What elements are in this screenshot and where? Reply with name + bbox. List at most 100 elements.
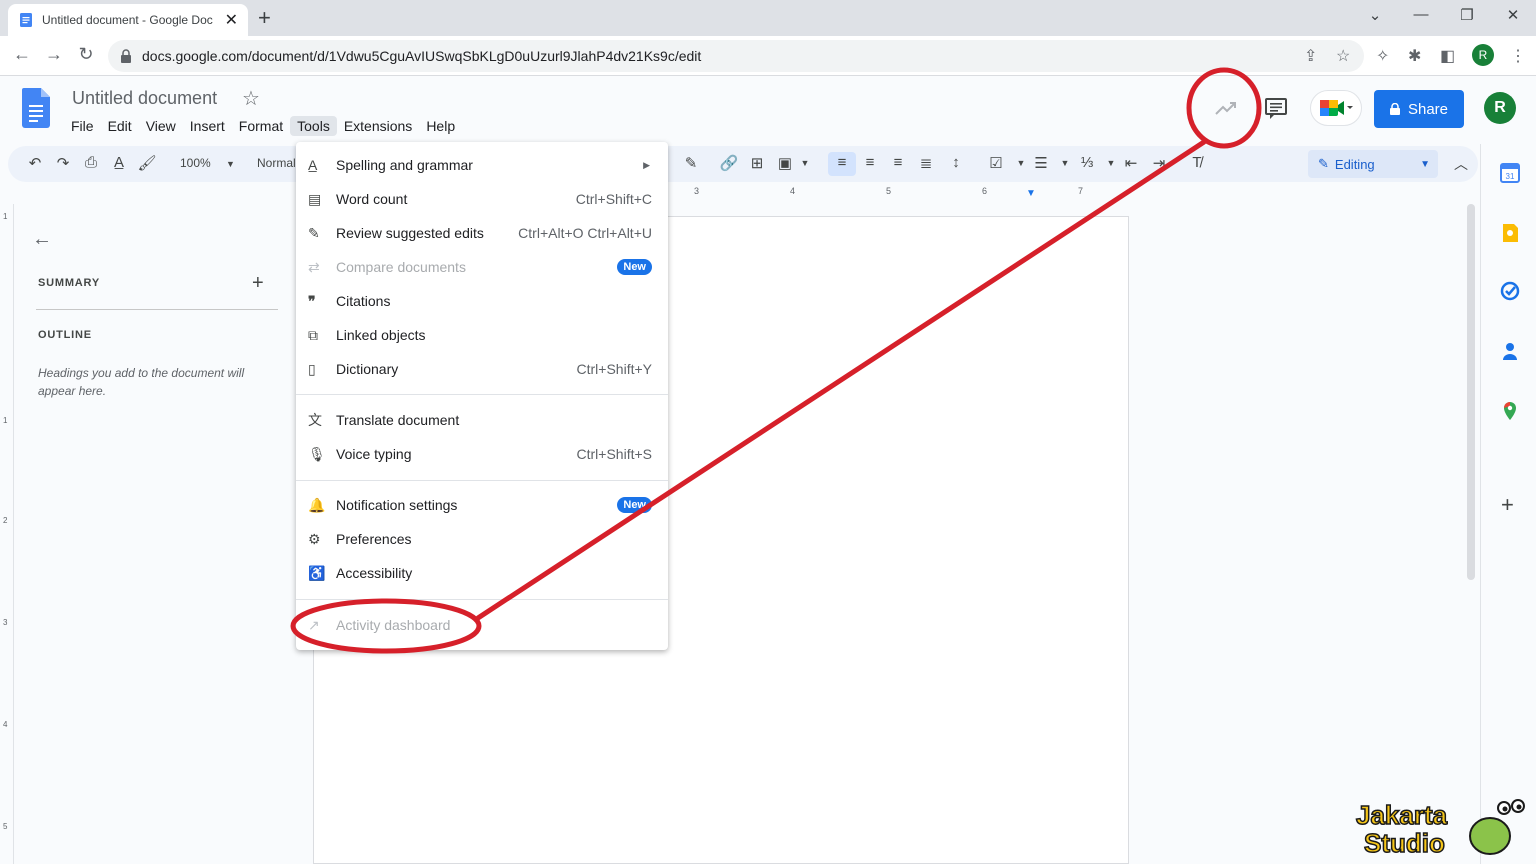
star-icon[interactable]: ☆ bbox=[242, 86, 260, 111]
document-title[interactable]: Untitled document bbox=[72, 88, 217, 109]
tasks-icon[interactable] bbox=[1499, 280, 1521, 302]
menu-insert[interactable]: Insert bbox=[183, 116, 232, 136]
menu-item-label: Translate document bbox=[336, 412, 460, 428]
menu-item-label: Citations bbox=[336, 293, 391, 309]
contacts-icon[interactable] bbox=[1499, 340, 1521, 362]
ruler-tick: 3 bbox=[694, 186, 700, 196]
docs-favicon-icon bbox=[20, 13, 32, 27]
close-window-icon[interactable]: ✕ bbox=[1490, 6, 1536, 24]
insert-image-icon[interactable]: ▣ bbox=[774, 154, 796, 172]
redo-icon[interactable]: ↷ bbox=[52, 154, 74, 172]
increase-indent-icon[interactable]: ⇥ bbox=[1148, 154, 1170, 172]
style-select[interactable]: Normal bbox=[257, 156, 296, 170]
side-panel-icon[interactable]: ◧ bbox=[1440, 46, 1455, 66]
menu-separator bbox=[296, 480, 668, 481]
comment-history-icon[interactable] bbox=[1262, 94, 1290, 122]
tab-search-icon[interactable]: ⌄ bbox=[1352, 6, 1398, 24]
share-button[interactable]: Share bbox=[1374, 90, 1464, 128]
snail-shell-icon bbox=[1469, 817, 1511, 855]
close-outline-back-icon[interactable]: ← bbox=[32, 228, 52, 251]
tools-menu-dropdown: A̲ Spelling and grammar ▶ ▤ Word count C… bbox=[296, 142, 668, 650]
checklist-icon[interactable]: ☑ bbox=[985, 154, 1007, 172]
menu-item-citations[interactable]: ❞ Citations bbox=[296, 284, 668, 318]
menu-item-voice-typing[interactable]: 🎙 Voice typing Ctrl+Shift+S bbox=[296, 437, 668, 471]
align-center-icon[interactable]: ≡ bbox=[859, 154, 881, 171]
meet-button[interactable] bbox=[1310, 90, 1362, 126]
new-tab-icon[interactable]: + bbox=[258, 6, 271, 30]
forward-icon[interactable]: → bbox=[42, 44, 66, 65]
add-summary-icon[interactable]: + bbox=[252, 272, 264, 295]
ruler-tick: 1 bbox=[3, 212, 8, 221]
collapse-menus-icon[interactable]: ︿ bbox=[1454, 154, 1468, 174]
align-left-icon[interactable]: ≡ bbox=[831, 154, 853, 171]
calendar-icon[interactable]: 31 bbox=[1499, 162, 1521, 184]
spellcheck-icon[interactable]: A̲ bbox=[108, 154, 130, 171]
print-icon[interactable]: ⎙ bbox=[80, 154, 102, 171]
menu-item-review-edits[interactable]: ✎ Review suggested edits Ctrl+Alt+O Ctrl… bbox=[296, 216, 668, 250]
menu-edit[interactable]: Edit bbox=[101, 116, 139, 136]
new-badge: New bbox=[617, 497, 652, 513]
docs-logo-icon[interactable] bbox=[22, 88, 50, 128]
paint-format-icon[interactable]: 🖌 bbox=[136, 154, 158, 172]
account-avatar[interactable]: R bbox=[1484, 92, 1516, 124]
outline-divider bbox=[36, 309, 278, 310]
jakarta-studio-watermark-logo: Jakarta Studio bbox=[1355, 799, 1525, 858]
menu-item-word-count[interactable]: ▤ Word count Ctrl+Shift+C bbox=[296, 182, 668, 216]
align-right-icon[interactable]: ≡ bbox=[887, 154, 909, 171]
browser-menu-icon[interactable]: ⋮ bbox=[1510, 46, 1526, 66]
numbered-list-icon[interactable]: ⅓ bbox=[1076, 154, 1098, 171]
microphone-icon: 🎙 bbox=[308, 445, 326, 462]
url-field[interactable]: docs.google.com/document/d/1Vdwu5CguAvIU… bbox=[108, 40, 1364, 72]
get-add-ons-plus-icon[interactable]: + bbox=[1501, 492, 1514, 518]
keep-icon[interactable] bbox=[1499, 222, 1521, 244]
checklist-caret-icon[interactable]: ▼ bbox=[1010, 158, 1032, 168]
menu-extensions[interactable]: Extensions bbox=[337, 116, 419, 136]
menu-tools[interactable]: Tools bbox=[290, 116, 337, 136]
menu-item-accessibility[interactable]: ♿ Accessibility bbox=[296, 556, 668, 590]
menu-item-preferences[interactable]: ⚙ Preferences bbox=[296, 522, 668, 556]
menu-item-compare-documents: ⇄ Compare documents New bbox=[296, 250, 668, 284]
numbers-caret-icon[interactable]: ▼ bbox=[1100, 158, 1122, 168]
restore-icon[interactable]: ❐ bbox=[1444, 6, 1490, 24]
menu-file[interactable]: File bbox=[64, 116, 101, 136]
zoom-caret-icon: ▼ bbox=[226, 159, 235, 169]
reload-icon[interactable]: ↻ bbox=[74, 44, 98, 65]
menu-item-dictionary[interactable]: ▯ Dictionary Ctrl+Shift+Y bbox=[296, 352, 668, 386]
bookmark-star-icon[interactable]: ☆ bbox=[1336, 46, 1350, 66]
clear-formatting-icon[interactable]: T̸ bbox=[1186, 154, 1208, 171]
bulleted-list-icon[interactable]: ☰ bbox=[1030, 154, 1052, 172]
undo-icon[interactable]: ↶ bbox=[24, 154, 46, 172]
share-page-icon[interactable]: ⇪ bbox=[1304, 46, 1317, 66]
menu-item-notification-settings[interactable]: 🔔 Notification settings New bbox=[296, 488, 668, 522]
tab-close-icon[interactable]: ✕ bbox=[225, 10, 238, 30]
add-comment-icon[interactable]: ⊞ bbox=[746, 154, 768, 172]
extensions-puzzle-icon[interactable]: ✱ bbox=[1408, 46, 1421, 66]
bullets-caret-icon[interactable]: ▼ bbox=[1054, 158, 1076, 168]
extension-app-icon[interactable]: ✧ bbox=[1376, 46, 1389, 66]
line-spacing-icon[interactable]: ↕ bbox=[945, 154, 967, 171]
new-badge: New bbox=[617, 259, 652, 275]
menu-format[interactable]: Format bbox=[232, 116, 290, 136]
zoom-select[interactable]: 100% ▼ bbox=[180, 156, 235, 170]
decrease-indent-icon[interactable]: ⇤ bbox=[1120, 154, 1142, 172]
vertical-scrollbar[interactable] bbox=[1467, 204, 1475, 580]
activity-dashboard-trend-icon[interactable] bbox=[1210, 94, 1242, 122]
highlight-pen-icon[interactable]: ✎ bbox=[680, 154, 702, 172]
quote-icon: ❞ bbox=[308, 292, 316, 309]
menu-item-linked-objects[interactable]: ⧉ Linked objects bbox=[296, 318, 668, 352]
right-indent-marker-icon[interactable]: ▼ bbox=[1026, 188, 1036, 199]
menu-item-spelling-grammar[interactable]: A̲ Spelling and grammar ▶ bbox=[296, 148, 668, 182]
back-icon[interactable]: ← bbox=[10, 44, 34, 65]
editing-mode-button[interactable]: ✎ Editing ▼ bbox=[1308, 150, 1438, 178]
image-caret-icon[interactable]: ▼ bbox=[794, 158, 816, 168]
browser-profile-avatar[interactable]: R bbox=[1472, 44, 1494, 66]
link-icon[interactable]: 🔗 bbox=[718, 154, 740, 172]
menu-item-translate[interactable]: 文 Translate document bbox=[296, 403, 668, 437]
justify-icon[interactable]: ≣ bbox=[915, 154, 937, 172]
browser-tab[interactable]: Untitled document - Google Doc ✕ bbox=[8, 4, 248, 36]
minimize-icon[interactable]: — bbox=[1398, 6, 1444, 23]
maps-icon[interactable] bbox=[1499, 400, 1521, 422]
menu-item-label: Linked objects bbox=[336, 327, 426, 343]
menu-help[interactable]: Help bbox=[419, 116, 462, 136]
menu-view[interactable]: View bbox=[139, 116, 183, 136]
